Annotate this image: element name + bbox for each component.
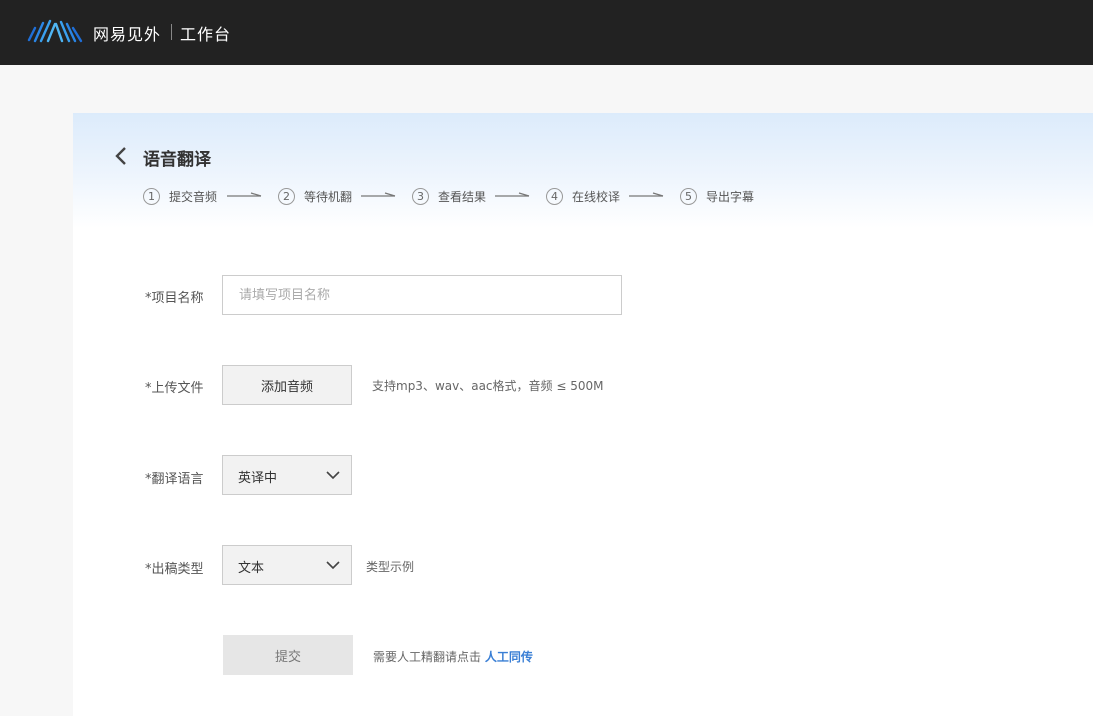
project-name-label: *项目名称 <box>145 291 204 306</box>
step-5: 5 导出字幕 <box>680 186 754 206</box>
brand-divider <box>171 24 172 40</box>
step-number: 2 <box>278 187 295 205</box>
arrow-right-icon <box>361 192 396 197</box>
translation-language-label: *翻译语言 <box>145 472 204 487</box>
output-type-select[interactable]: 文本 <box>222 545 352 585</box>
step-number: 1 <box>143 187 160 205</box>
step-label: 提交音频 <box>169 189 218 204</box>
step-number: 5 <box>680 187 697 205</box>
translation-form-card: 语音翻译 1 提交音频 2 等待机翻 3 查看结果 4 在线校译 5 导出字幕 … <box>73 113 1093 716</box>
chevron-down-icon <box>326 471 340 480</box>
translation-language-select[interactable]: 英译中 <box>222 455 352 495</box>
step-4: 4 在线校译 <box>546 186 620 206</box>
human-interpretation-link[interactable]: 人工同传 <box>485 650 533 664</box>
step-number: 4 <box>546 187 563 205</box>
project-name-input[interactable] <box>222 275 622 315</box>
submit-button[interactable]: 提交 <box>223 635 353 675</box>
page-title: 语音翻译 <box>143 150 211 170</box>
step-1: 1 提交音频 <box>143 186 217 206</box>
type-example-link[interactable]: 类型示例 <box>366 558 414 575</box>
workspace-link[interactable]: 工作台 <box>180 21 231 45</box>
upload-format-hint: 支持mp3、wav、aac格式，音频 ≤ 500M <box>372 379 604 393</box>
selected-value: 文本 <box>238 561 265 576</box>
add-audio-button[interactable]: 添加音频 <box>222 365 352 405</box>
card-header: 语音翻译 1 提交音频 2 等待机翻 3 查看结果 4 在线校译 5 导出字幕 <box>73 113 1093 228</box>
step-3: 3 查看结果 <box>412 186 486 206</box>
arrow-right-icon <box>629 192 664 197</box>
selected-value: 英译中 <box>238 471 278 486</box>
step-label: 导出字幕 <box>706 189 755 204</box>
output-type-label: *出稿类型 <box>145 562 204 577</box>
step-label: 等待机翻 <box>304 189 353 204</box>
brand-name[interactable]: 网易见外 <box>93 21 161 45</box>
manual-translation-hint: 需要人工精翻请点击 人工同传 <box>373 648 533 665</box>
step-label: 在线校译 <box>572 189 621 204</box>
step-label: 查看结果 <box>438 189 487 204</box>
upload-file-label: *上传文件 <box>145 381 204 396</box>
step-number: 3 <box>412 187 429 205</box>
manual-translation-hint-text: 需要人工精翻请点击 <box>373 650 482 664</box>
arrow-right-icon <box>227 192 262 197</box>
step-2: 2 等待机翻 <box>278 186 352 206</box>
top-navigation-bar: 网易见外 工作台 <box>0 0 1093 65</box>
chevron-left-icon[interactable] <box>113 145 129 167</box>
arrow-right-icon <box>495 192 530 197</box>
waveform-logo-icon[interactable] <box>26 18 86 44</box>
chevron-down-icon <box>326 561 340 570</box>
